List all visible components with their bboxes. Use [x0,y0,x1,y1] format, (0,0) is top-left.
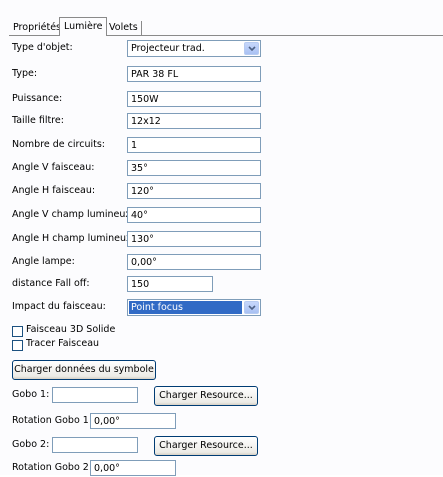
filter-size-label: Taille filtre: [12,115,64,126]
rotation-gobo2-label: Rotation Gobo 2: [12,462,93,473]
draw-beam-label: Tracer Faisceau [26,338,100,349]
field-v-angle-input[interactable]: 40° [127,207,261,223]
field-h-angle-input[interactable]: 130° [127,231,261,247]
beam-v-angle-label: Angle V faisceau: [12,162,95,173]
dropdown-button[interactable] [244,42,259,55]
gobo2-input[interactable] [52,437,138,453]
tab-volets[interactable]: Volets [105,21,142,35]
type-label: Type: [12,68,38,79]
falloff-input[interactable]: 150 [127,276,213,292]
field-v-angle-label: Angle V champ lumineux: [12,209,135,220]
gobo1-load-resource-button[interactable]: Charger Resource... [154,386,258,406]
tab-proprietes[interactable]: Propriétés [9,21,65,35]
lamp-angle-input[interactable]: 0,00° [127,254,261,270]
rotation-gobo2-input[interactable]: 0,00° [90,460,176,476]
load-symbol-data-button[interactable]: Charger données du symbole [12,360,156,380]
light-properties-panel: Propriétés Lumière Volets Type d'objet: … [0,0,443,476]
beam-h-angle-input[interactable]: 120° [127,183,261,199]
gobo1-input[interactable] [52,387,138,403]
field-h-angle-label: Angle H champ lumineux: [12,233,135,244]
dropdown-button[interactable] [244,301,259,314]
rotation-gobo1-input[interactable]: 0,00° [90,413,176,429]
power-label: Puissance: [12,93,63,104]
rotation-gobo1-label: Rotation Gobo 1: [12,415,93,426]
chevron-down-icon [248,46,256,52]
beam-impact-select[interactable]: Point focus [127,299,261,316]
beam-v-angle-input[interactable]: 35° [127,160,261,176]
gobo1-label: Gobo 1: [12,389,50,400]
checkbox-icon[interactable] [12,340,23,351]
gobo2-load-resource-button[interactable]: Charger Resource... [154,436,258,456]
chevron-down-icon [248,305,256,311]
circuits-label: Nombre de circuits: [12,139,105,150]
type-input[interactable]: PAR 38 FL [127,66,261,82]
falloff-label: distance Fall off: [12,278,90,289]
solid-3d-beam-label: Faisceau 3D Solide [26,324,116,335]
object-type-value: Projecteur trad. [131,43,205,54]
filter-size-input[interactable]: 12x12 [127,113,261,129]
beam-impact-label: Impact du faisceau: [12,301,106,312]
tab-divider [141,21,142,35]
object-type-select[interactable]: Projecteur trad. [127,40,261,57]
beam-h-angle-label: Angle H faisceau: [12,185,96,196]
power-input[interactable]: 150W [127,91,261,107]
lamp-angle-label: Angle lampe: [12,256,75,267]
circuits-input[interactable]: 1 [127,137,261,153]
beam-impact-value: Point focus [129,301,242,314]
checkbox-icon[interactable] [12,326,23,337]
gobo2-label: Gobo 2: [12,439,50,450]
tab-lumiere[interactable]: Lumière [59,17,108,36]
object-type-label: Type d'objet: [12,42,73,53]
